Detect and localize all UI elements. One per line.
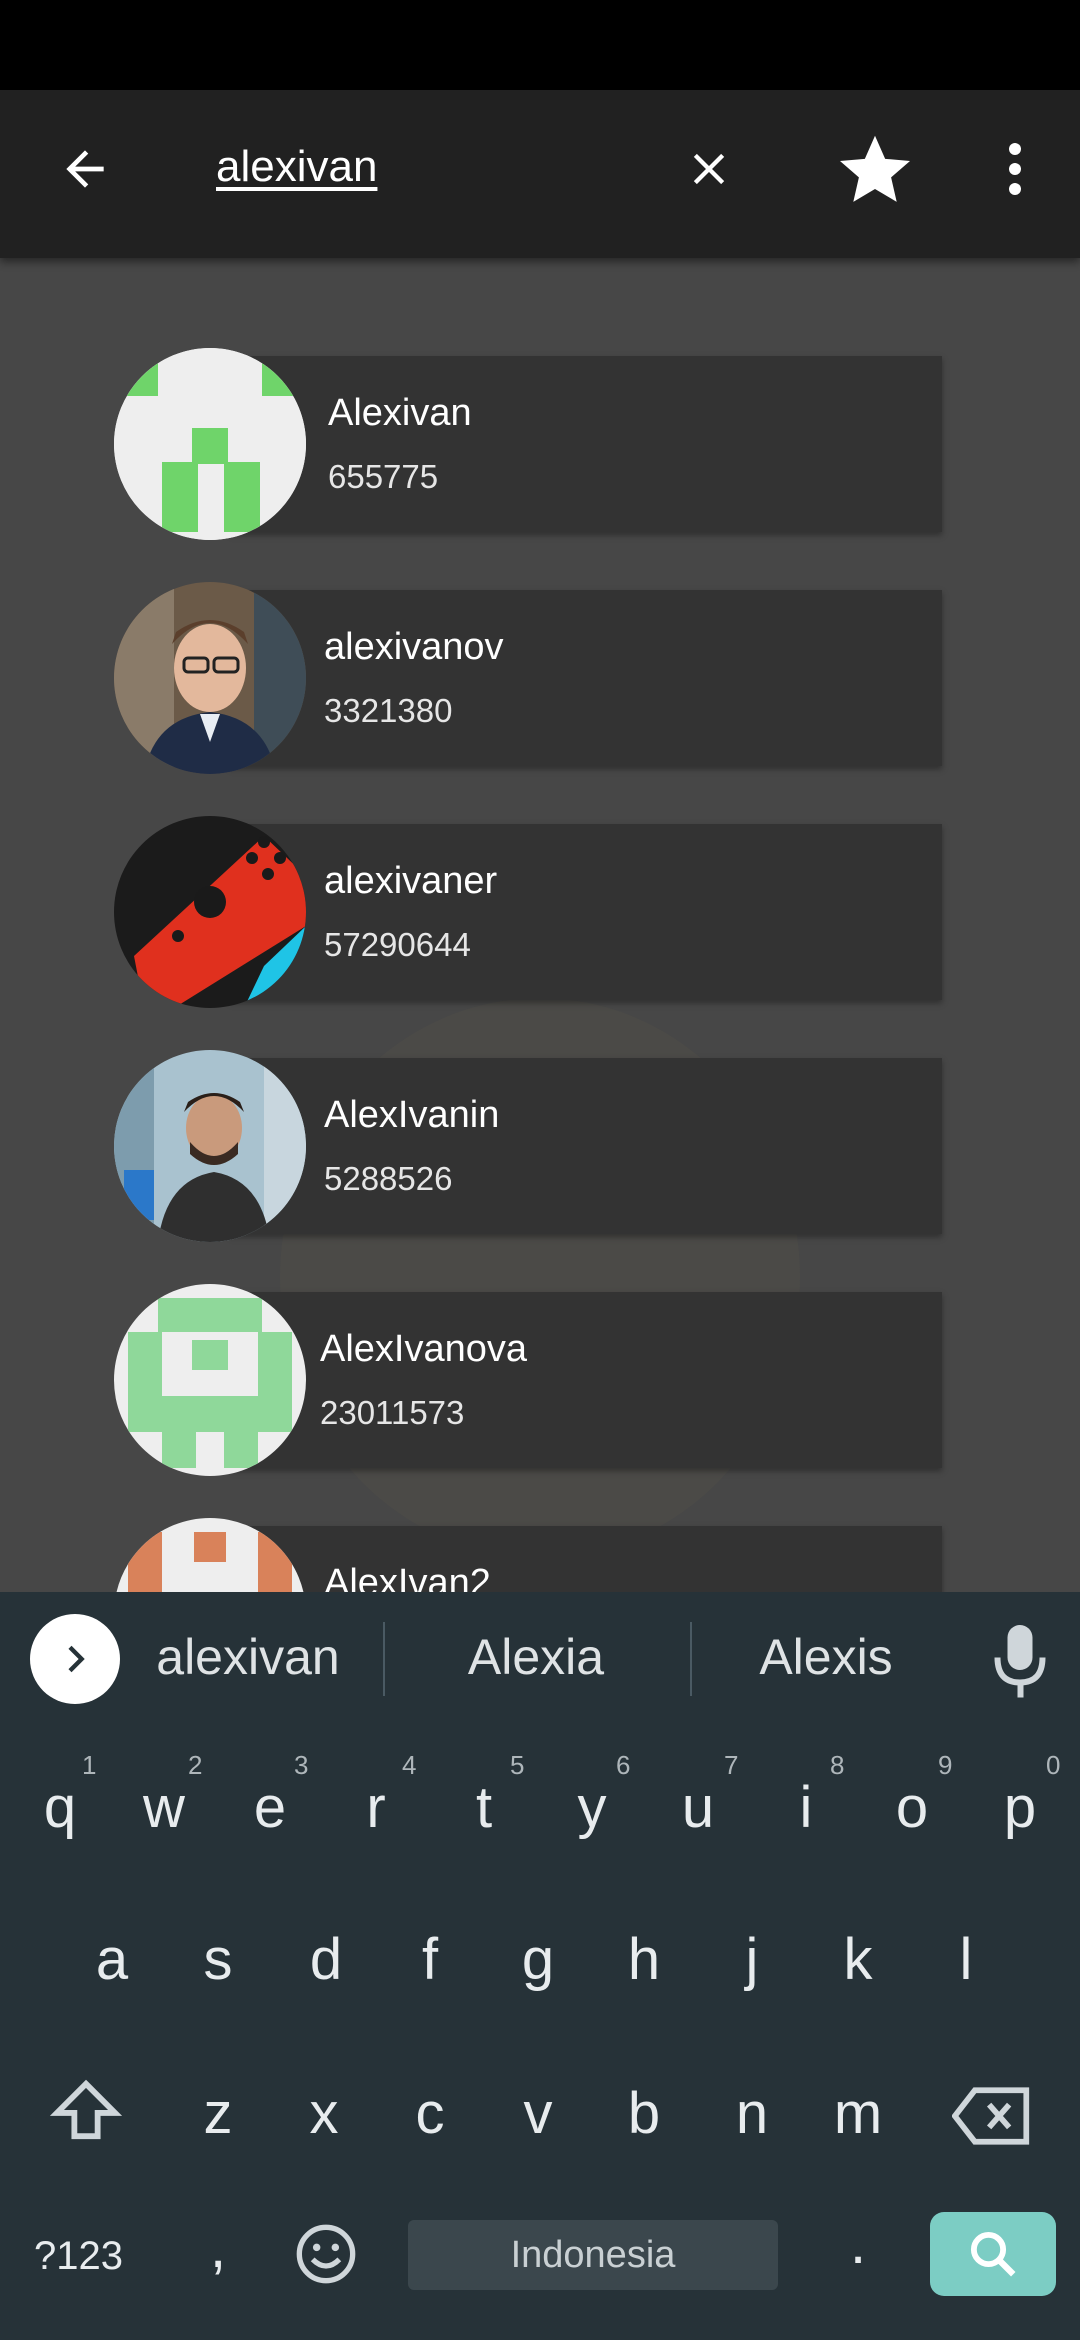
- search-input[interactable]: alexivan: [216, 142, 377, 192]
- result-card: [230, 1292, 942, 1468]
- key-s[interactable]: s: [168, 1926, 268, 1993]
- key-o[interactable]: o: [862, 1774, 962, 1841]
- result-name: AlexIvan2: [324, 1562, 491, 1592]
- keyboard-suggestion-strip: alexivan Alexia Alexis: [0, 1592, 1080, 1726]
- list-item[interactable]: AlexIvan2: [0, 1518, 1080, 1592]
- search-key[interactable]: [930, 2212, 1056, 2296]
- emoji-icon[interactable]: [276, 2222, 376, 2300]
- key-r[interactable]: r: [326, 1774, 426, 1841]
- search-results-list: Alexivan 655775 alexivanov 3321380 alexi…: [0, 258, 1080, 1592]
- suggestion-1[interactable]: alexivan: [98, 1628, 398, 1686]
- key-d[interactable]: d: [276, 1926, 376, 1993]
- backspace-icon[interactable]: [942, 2086, 1042, 2160]
- key-h[interactable]: h: [594, 1926, 694, 1993]
- key-y[interactable]: y: [542, 1774, 642, 1841]
- key-b[interactable]: b: [594, 2080, 694, 2147]
- result-number: 57290644: [324, 926, 471, 963]
- list-item[interactable]: alexivaner 57290644: [0, 816, 1080, 1016]
- space-bar[interactable]: Indonesia: [408, 2220, 778, 2290]
- result-number: 655775: [328, 458, 439, 495]
- result-name: alexivanov: [324, 626, 504, 668]
- key-hint-2: 2: [188, 1750, 203, 1780]
- key-hint-4: 4: [402, 1750, 417, 1780]
- photo-avatar: [114, 816, 306, 1008]
- key-w[interactable]: w: [114, 1774, 214, 1841]
- key-t[interactable]: t: [434, 1774, 534, 1841]
- result-card: [230, 824, 942, 1000]
- key-x[interactable]: x: [274, 2080, 374, 2147]
- key-n[interactable]: n: [702, 2080, 802, 2147]
- key-q[interactable]: q: [10, 1774, 110, 1841]
- symbols-key[interactable]: ?123: [34, 2234, 123, 2279]
- identicon-avatar: [114, 1284, 306, 1476]
- key-hint-0: 0: [1046, 1750, 1061, 1780]
- more-options-icon[interactable]: [985, 124, 1045, 214]
- result-name: AlexIvanin: [324, 1094, 500, 1136]
- list-item[interactable]: AlexIvanin 5288526: [0, 1050, 1080, 1250]
- key-k[interactable]: k: [808, 1926, 908, 1993]
- identicon-avatar: [114, 348, 306, 540]
- key-f[interactable]: f: [380, 1926, 480, 1993]
- key-u[interactable]: u: [648, 1774, 748, 1841]
- result-number: 5288526: [324, 1160, 453, 1197]
- result-card: [230, 356, 942, 532]
- key-hint-1: 1: [82, 1750, 97, 1780]
- result-card: [230, 1058, 942, 1234]
- key-g[interactable]: g: [488, 1926, 588, 1993]
- key-period[interactable]: .: [808, 2210, 908, 2277]
- microphone-icon[interactable]: [990, 1620, 1050, 1700]
- result-name: Alexivan: [328, 392, 472, 434]
- key-comma[interactable]: ,: [168, 2214, 268, 2281]
- result-number: 23011573: [320, 1394, 465, 1431]
- result-name: AlexIvanova: [320, 1328, 528, 1370]
- key-p[interactable]: p: [970, 1774, 1070, 1841]
- list-item[interactable]: alexivanov 3321380: [0, 582, 1080, 782]
- suggestion-3[interactable]: Alexis: [676, 1628, 976, 1686]
- keyboard: q w e r t y u i o p 1 2 3 4 5 6 7 8 9 0 …: [0, 1726, 1080, 2340]
- photo-avatar: [114, 1050, 306, 1242]
- status-bar: [0, 0, 1080, 90]
- search-icon: [970, 2231, 1016, 2277]
- result-name: alexivaner: [324, 860, 498, 902]
- key-hint-7: 7: [724, 1750, 739, 1780]
- key-hint-3: 3: [294, 1750, 309, 1780]
- back-arrow-icon[interactable]: [40, 124, 130, 214]
- divider: [383, 1622, 385, 1696]
- key-m[interactable]: m: [808, 2080, 908, 2147]
- search-toolbar: alexivan: [0, 90, 1080, 258]
- list-item[interactable]: AlexIvanova 23011573: [0, 1284, 1080, 1484]
- result-number: 3321380: [324, 692, 453, 729]
- photo-avatar: [114, 582, 306, 774]
- key-hint-5: 5: [510, 1750, 525, 1780]
- star-icon[interactable]: [830, 124, 920, 214]
- key-i[interactable]: i: [756, 1774, 856, 1841]
- key-a[interactable]: a: [62, 1926, 162, 1993]
- key-hint-8: 8: [830, 1750, 845, 1780]
- shift-icon[interactable]: [36, 2078, 136, 2156]
- key-l[interactable]: l: [916, 1926, 1016, 1993]
- key-v[interactable]: v: [488, 2080, 588, 2147]
- key-hint-9: 9: [938, 1750, 953, 1780]
- key-z[interactable]: z: [168, 2080, 268, 2147]
- key-e[interactable]: e: [220, 1774, 320, 1841]
- key-c[interactable]: c: [380, 2080, 480, 2147]
- clear-icon[interactable]: [664, 124, 754, 214]
- result-card: [230, 590, 942, 766]
- list-item[interactable]: Alexivan 655775: [0, 348, 1080, 548]
- suggestion-2[interactable]: Alexia: [386, 1628, 686, 1686]
- key-j[interactable]: j: [702, 1926, 802, 1993]
- key-hint-6: 6: [616, 1750, 631, 1780]
